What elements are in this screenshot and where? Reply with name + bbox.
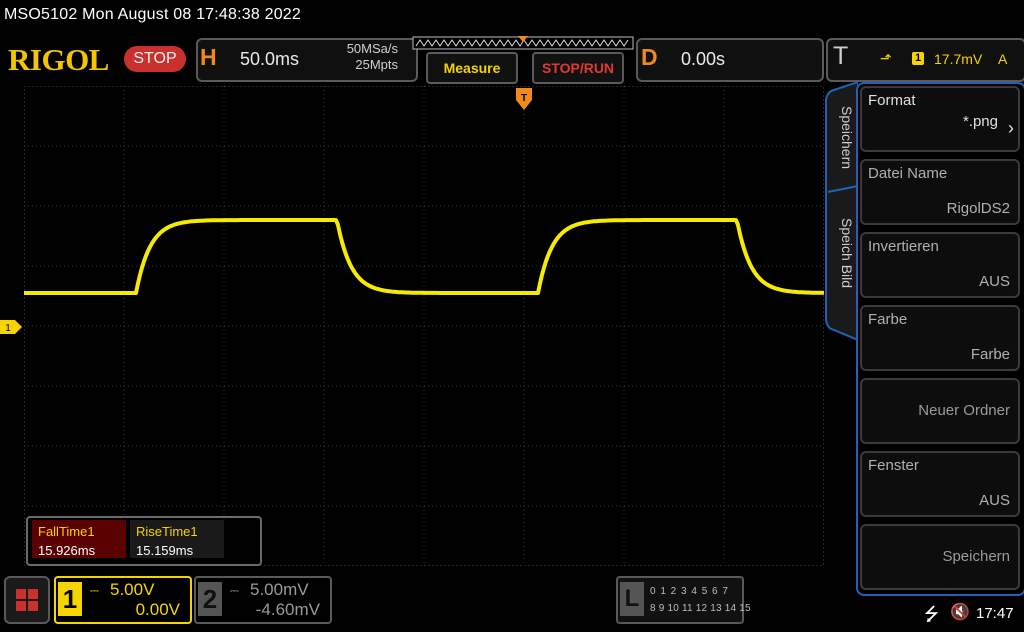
menu-label: Invertieren (868, 238, 939, 255)
menu-value: *.png (962, 113, 998, 130)
menu-item-farbe[interactable]: Farbe Farbe (860, 305, 1020, 371)
delay-label: D (641, 44, 658, 70)
memory-depth-value: 25Mpts (355, 57, 398, 72)
sample-rate-value: 50MSa/s (346, 41, 398, 56)
channel-1-scale: 5.00V (110, 580, 155, 599)
grid-menu-icon (16, 589, 38, 611)
delay-value: 0.00s (681, 49, 726, 69)
menu-value: RigolDS2 (946, 200, 1010, 217)
logic-channels-high: 8 9 10 11 12 13 14 15 (650, 603, 751, 614)
stop-run-button[interactable]: STOP/RUN (532, 52, 624, 84)
menu-value: Farbe (970, 346, 1010, 363)
trigger-level-value: 17.7mV (934, 51, 983, 67)
menu-label: Format (868, 92, 916, 109)
measure-button[interactable]: Measure (426, 52, 518, 84)
run-state-badge[interactable]: STOP (124, 46, 186, 72)
clock: 17:47 (976, 605, 1014, 622)
menu-value: AUS (979, 492, 1010, 509)
menu-tabs[interactable]: Speichern Speich Bild (824, 82, 858, 340)
tab-speichern: Speichern (839, 106, 855, 169)
delay-panel[interactable] (636, 38, 824, 82)
menu-item-speichern[interactable]: Speichern (860, 524, 1020, 590)
menu-label: Farbe (868, 311, 908, 328)
menu-value: Neuer Ordner (918, 402, 1010, 419)
waveform-display[interactable] (24, 86, 824, 566)
menu-label: Fenster (868, 457, 919, 474)
menu-value: AUS (979, 273, 1010, 290)
horizontal-label: H (200, 44, 217, 70)
menu-item-datei-name[interactable]: Datei Name RigolDS2 (860, 159, 1020, 225)
rise-time-measurement[interactable]: RiseTime1 15.159ms (130, 520, 224, 558)
svg-text:1: 1 (5, 323, 11, 334)
rising-edge-icon: ⬏ (880, 50, 892, 66)
chevron-right-icon: › (1008, 118, 1014, 138)
title-bar: MSO5102 Mon August 08 17:48:38 2022 (0, 0, 1024, 32)
measurement-name: FallTime1 (38, 524, 95, 539)
trigger-panel[interactable] (826, 38, 1024, 82)
channel-1-offset-marker[interactable]: 1 (0, 320, 22, 334)
measurement-name: RiseTime1 (136, 524, 198, 539)
time-base-value: 50.0ms (240, 49, 300, 69)
channel-2-scale: 5.00mV (250, 580, 309, 599)
usb-icon: ⭍ (924, 604, 939, 624)
fall-time-measurement[interactable]: FallTime1 15.926ms (32, 520, 126, 558)
menu-item-invertieren[interactable]: Invertieren AUS (860, 232, 1020, 298)
menu-label: Datei Name (868, 165, 948, 182)
waveform-overview-icon (412, 36, 634, 50)
menu-item-format[interactable]: Format *.png › (860, 86, 1020, 152)
speaker-muted-icon[interactable]: 🔇 (950, 602, 970, 622)
trigger-label: T (833, 42, 849, 70)
menu-item-fenster[interactable]: Fenster AUS (860, 451, 1020, 517)
logic-channels-low: 0 1 2 3 4 5 6 7 (650, 586, 729, 597)
tab-speich-bild: Speich Bild (839, 218, 855, 288)
trigger-source-badge: 1 (912, 52, 924, 65)
rigol-logo: RIGOL (8, 42, 109, 77)
trigger-coupling-value: A (998, 51, 1008, 67)
title-text: MSO5102 Mon August 08 17:48:38 2022 (4, 6, 301, 23)
menu-item-neuer-ordner[interactable]: Neuer Ordner (860, 378, 1020, 444)
menu-value: Speichern (942, 548, 1010, 565)
measurement-value: 15.159ms (136, 543, 194, 558)
channel-1-label: 1 (58, 582, 82, 616)
dc-coupling-icon: ⎓ (230, 585, 239, 597)
home-button[interactable] (4, 576, 50, 624)
logic-analyzer-label: L (620, 582, 644, 616)
svg-text:T: T (521, 93, 527, 104)
trigger-position-icon[interactable]: T (516, 88, 532, 112)
channel-1-offset: 0.00V (135, 600, 180, 619)
channel-2-offset: -4.60mV (255, 600, 320, 619)
channel-2-label: 2 (198, 582, 222, 616)
dc-coupling-icon: ⎓ (90, 585, 99, 597)
measurement-value: 15.926ms (38, 543, 96, 558)
